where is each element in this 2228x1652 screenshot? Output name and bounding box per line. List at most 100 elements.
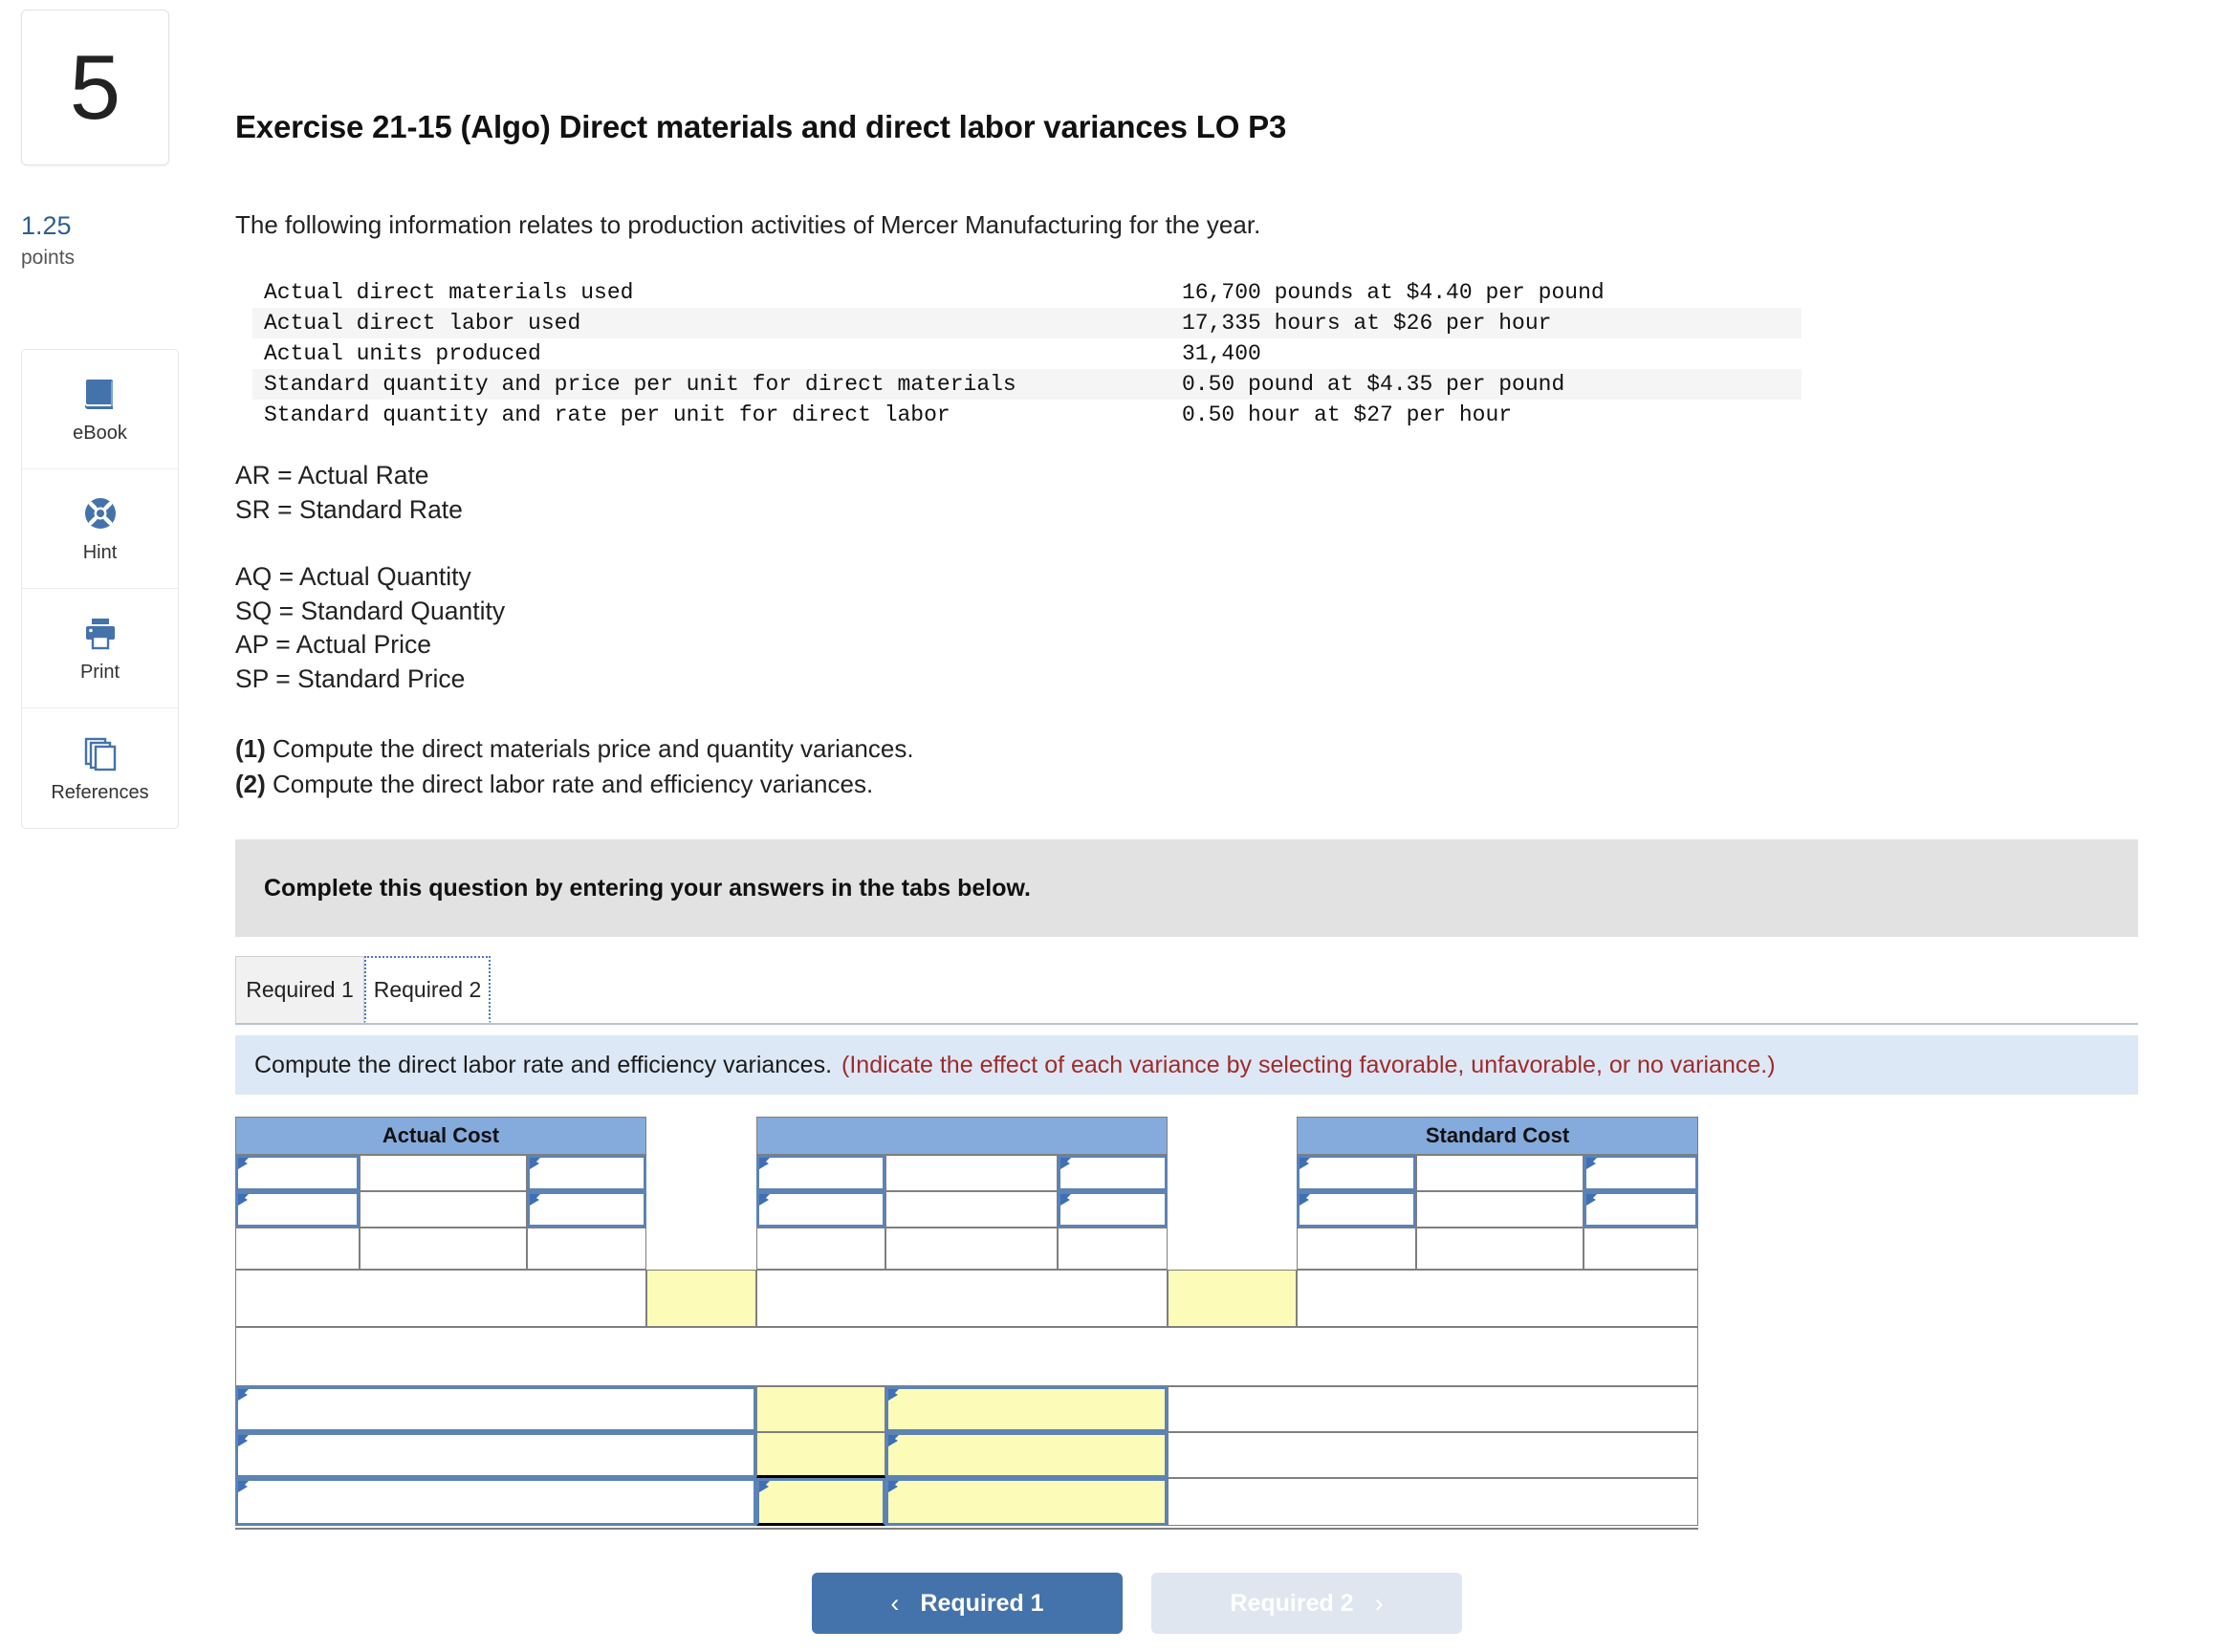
select-cell-h3[interactable] [885, 1478, 1168, 1526]
table-row: Standard quantity and rate per unit for … [252, 400, 1802, 430]
definition-sq: SQ = Standard Quantity [235, 596, 506, 625]
cell-c7[interactable] [1297, 1228, 1416, 1270]
select-cell-a3[interactable] [527, 1155, 646, 1191]
definition-ap: AP = Actual Price [235, 630, 431, 659]
required-2-next-button[interactable]: Required 2 › [1151, 1573, 1462, 1634]
requirement-1: (1) Compute the direct materials price a… [235, 731, 914, 767]
references-pages-icon [84, 737, 116, 771]
gap-cell-c [646, 1228, 756, 1270]
cell-c5[interactable] [885, 1228, 1058, 1270]
cell-h4[interactable] [1168, 1478, 1698, 1526]
left-sidebar: 5 1.25 points eBook Hint Print Reference… [0, 0, 191, 1652]
cell-d3[interactable] [756, 1270, 1168, 1327]
select-cell-a9[interactable] [1584, 1155, 1698, 1191]
table-row: Actual units produced 31,400 [252, 338, 1802, 369]
yellow-cell-d4[interactable] [1168, 1270, 1297, 1327]
hint-lifebuoy-icon [84, 498, 116, 529]
tab-strip: Required 1 Required 2 [235, 956, 2138, 1025]
cell-blank-row[interactable] [235, 1327, 1698, 1386]
tool-button-group: eBook Hint Print References [21, 349, 179, 829]
tab-required-2-label: Required 2 [373, 976, 482, 1002]
header-spacer-right [1168, 1117, 1297, 1155]
instruction-strip: Compute the direct labor rate and effici… [235, 1035, 2138, 1095]
cell-d5[interactable] [1297, 1270, 1698, 1327]
main-content: Exercise 21-15 (Algo) Direct materials a… [235, 0, 2228, 1652]
navigation-buttons: ‹ Required 1 Required 2 › [235, 1573, 2138, 1634]
yellow-cell-d2[interactable] [646, 1270, 756, 1327]
select-cell-a6[interactable] [1058, 1155, 1168, 1191]
yellow-cell-g2[interactable] [756, 1432, 885, 1478]
input-cell-b2[interactable] [360, 1191, 527, 1228]
input-cell-a2[interactable] [360, 1155, 527, 1191]
select-cell-h1[interactable] [235, 1478, 756, 1526]
cell-f4[interactable] [1168, 1386, 1698, 1432]
hint-label: Hint [82, 542, 118, 563]
select-cell-f1[interactable] [235, 1386, 756, 1432]
fact-label: Actual units produced [264, 341, 541, 366]
header-standard-cost: Standard Cost [1297, 1117, 1698, 1155]
requirement-2: (2) Compute the direct labor rate and ef… [235, 767, 914, 802]
tab-required-1[interactable]: Required 1 [235, 956, 364, 1023]
requirement-1-num: (1) [235, 734, 266, 763]
select-cell-g3[interactable] [885, 1432, 1168, 1478]
gap-cell-b [646, 1191, 756, 1228]
tab-required-2[interactable]: Required 2 [364, 956, 491, 1023]
header-middle [756, 1117, 1168, 1155]
input-cell-a8[interactable] [1416, 1155, 1584, 1191]
question-number-box: 5 [21, 10, 169, 165]
select-cell-b1[interactable] [235, 1191, 360, 1228]
input-cell-b5[interactable] [885, 1191, 1058, 1228]
hint-button[interactable]: Hint [22, 469, 178, 589]
intro-text: The following information relates to pro… [235, 210, 1261, 239]
select-cell-b7[interactable] [1297, 1191, 1416, 1228]
cell-c9[interactable] [1584, 1228, 1698, 1270]
table-row: Actual direct materials used 16,700 poun… [252, 277, 1802, 308]
cell-c8[interactable] [1416, 1228, 1584, 1270]
references-button[interactable]: References [22, 708, 178, 828]
requirement-1-text: Compute the direct materials price and q… [265, 734, 914, 763]
cell-d1[interactable] [235, 1270, 646, 1327]
required-1-prev-button[interactable]: ‹ Required 1 [812, 1573, 1123, 1634]
cell-c3[interactable] [527, 1228, 646, 1270]
select-cell-a4[interactable] [756, 1155, 885, 1191]
cell-g4[interactable] [1168, 1432, 1698, 1478]
print-button[interactable]: Print [22, 589, 178, 708]
header-actual-cost: Actual Cost [235, 1117, 646, 1155]
cell-c2[interactable] [360, 1228, 527, 1270]
select-cell-f3[interactable] [885, 1386, 1168, 1432]
fact-value: 0.50 pound at $4.35 per pound [1170, 369, 1802, 400]
cell-c6[interactable] [1058, 1228, 1168, 1270]
requirements-block: (1) Compute the direct materials price a… [235, 731, 914, 802]
cell-c4[interactable] [756, 1228, 885, 1270]
production-facts-table: Actual direct materials used 16,700 poun… [252, 277, 1802, 430]
select-cell-b3[interactable] [527, 1191, 646, 1228]
requirement-2-num: (2) [235, 770, 266, 798]
select-cell-a1[interactable] [235, 1155, 360, 1191]
print-label: Print [79, 662, 120, 683]
input-cell-a5[interactable] [885, 1155, 1058, 1191]
input-cell-b8[interactable] [1416, 1191, 1584, 1228]
select-cell-h2-focused[interactable] [756, 1478, 885, 1526]
ebook-button[interactable]: eBook [22, 350, 178, 469]
select-cell-b6[interactable] [1058, 1191, 1168, 1228]
fact-value: 17,335 hours at $26 per hour [1170, 308, 1802, 338]
question-number: 5 [69, 35, 121, 139]
gap-cell-b2 [1168, 1191, 1297, 1228]
header-standard-cost-label: Standard Cost [1425, 1123, 1570, 1147]
fact-value: 0.50 hour at $27 per hour [1182, 402, 1513, 427]
select-cell-g1[interactable] [235, 1432, 756, 1478]
points-value: 1.25 [21, 211, 72, 240]
fact-label: Standard quantity and rate per unit for … [264, 402, 950, 427]
definition-aq: AQ = Actual Quantity [235, 562, 471, 591]
select-cell-a7[interactable] [1297, 1155, 1416, 1191]
header-spacer-left [646, 1117, 756, 1155]
select-cell-b4[interactable] [756, 1191, 885, 1228]
definition-sr: SR = Standard Rate [235, 494, 463, 524]
cell-c1[interactable] [235, 1228, 360, 1270]
select-cell-b9[interactable] [1584, 1191, 1698, 1228]
table-row: Standard quantity and price per unit for… [252, 369, 1802, 400]
tab-required-1-label: Required 1 [246, 977, 354, 1002]
yellow-cell-f2[interactable] [756, 1386, 885, 1432]
printer-icon [85, 619, 115, 650]
page-title: Exercise 21-15 (Algo) Direct materials a… [235, 109, 1287, 144]
